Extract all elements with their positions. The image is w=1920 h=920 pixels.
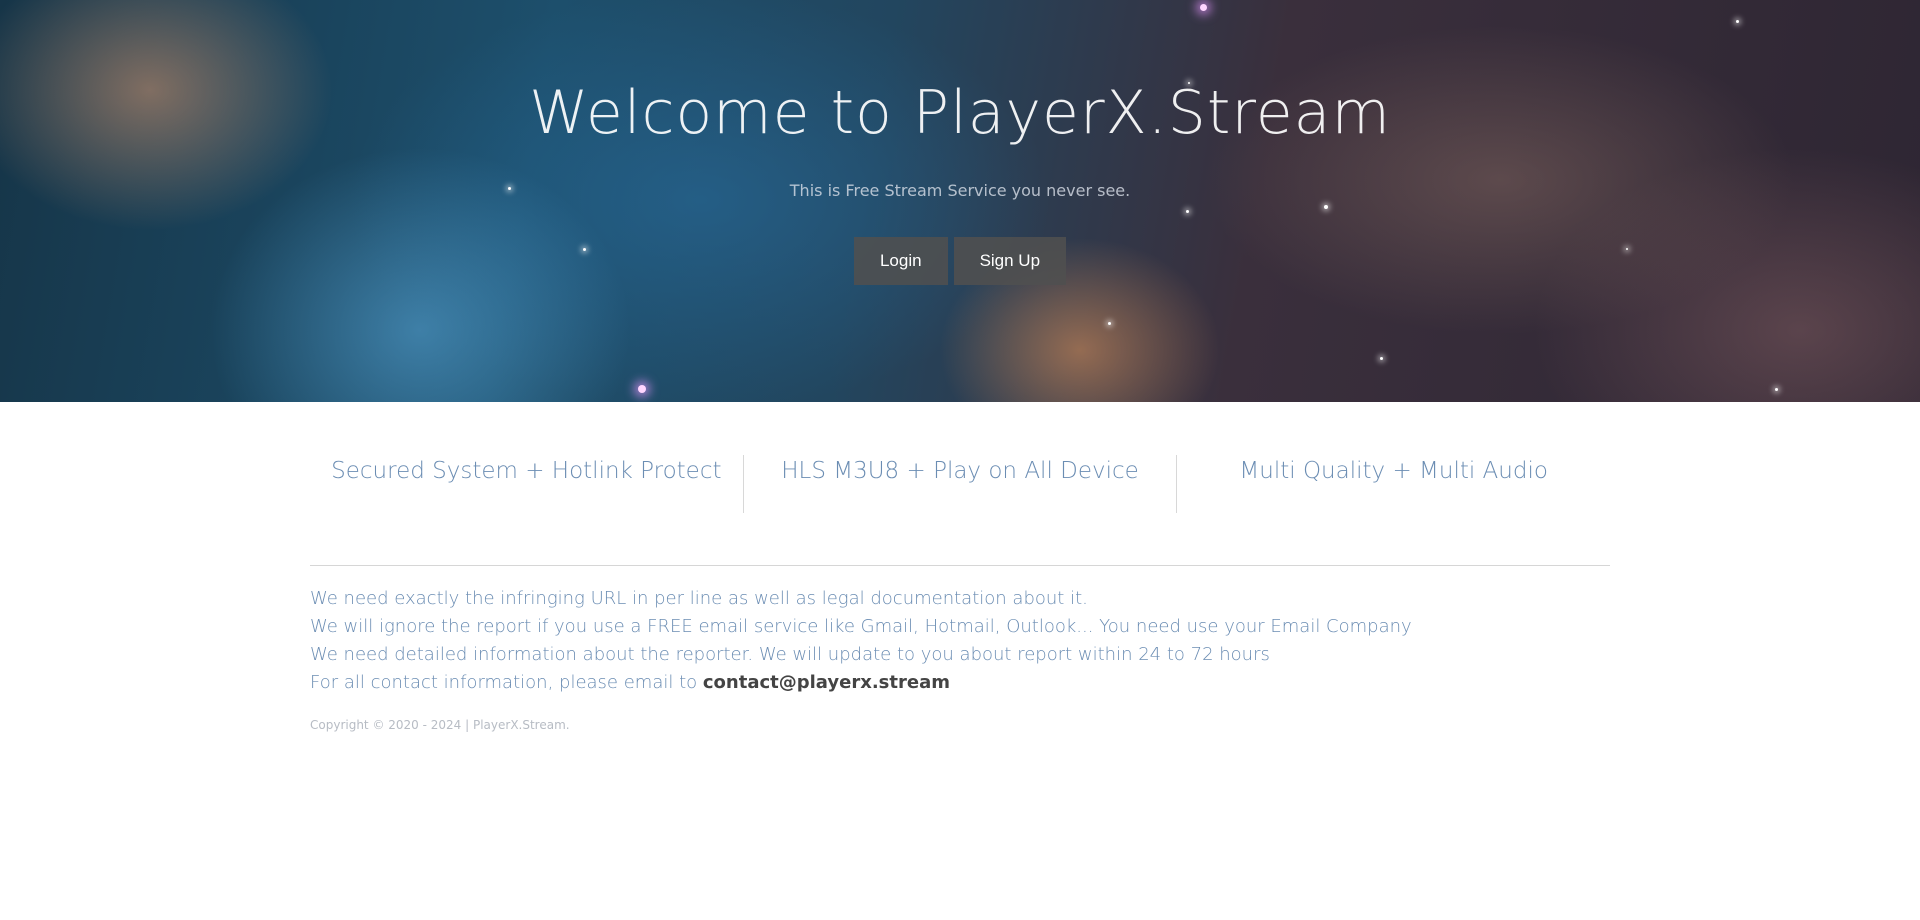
copyright-text: Copyright © 2020 - 2024 | PlayerX.Stream… bbox=[310, 718, 570, 732]
contact-email-link[interactable]: contact@playerx.stream bbox=[703, 672, 950, 693]
note-line: We need exactly the infringing URL in pe… bbox=[310, 588, 1088, 609]
page-title: Welcome to PlayerX.Stream bbox=[529, 78, 1391, 148]
feature-security: Secured System + Hotlink Protect bbox=[331, 458, 722, 484]
page-subtitle: This is Free Stream Service you never se… bbox=[789, 181, 1131, 200]
note-line: We will ignore the report if you use a F… bbox=[310, 616, 1412, 637]
section-divider bbox=[310, 565, 1610, 566]
star-decoration bbox=[1108, 322, 1111, 325]
star-decoration bbox=[1736, 20, 1739, 23]
star-decoration bbox=[1186, 210, 1189, 213]
contact-line: For all contact information, please emai… bbox=[310, 669, 1610, 697]
star-decoration bbox=[638, 385, 646, 393]
login-button[interactable]: Login bbox=[853, 237, 948, 285]
feature-list: Secured System + Hotlink Protect HLS M3U… bbox=[310, 455, 1610, 513]
signup-button[interactable]: Sign Up bbox=[953, 237, 1067, 285]
report-notes: We need exactly the infringing URL in pe… bbox=[310, 585, 1610, 697]
contact-prefix: For all contact information, please emai… bbox=[310, 672, 703, 693]
note-line: We need detailed information about the r… bbox=[310, 644, 1270, 665]
auth-buttons: Login Sign Up bbox=[0, 237, 1920, 285]
star-decoration bbox=[1775, 388, 1778, 391]
star-decoration bbox=[1380, 357, 1383, 360]
star-decoration bbox=[1324, 205, 1328, 209]
hero-banner: Welcome to PlayerX.Stream This is Free S… bbox=[0, 0, 1920, 402]
feature-hls: HLS M3U8 + Play on All Device bbox=[742, 455, 1177, 513]
feature-quality: Multi Quality + Multi Audio bbox=[1176, 455, 1610, 513]
star-decoration bbox=[1200, 4, 1207, 11]
